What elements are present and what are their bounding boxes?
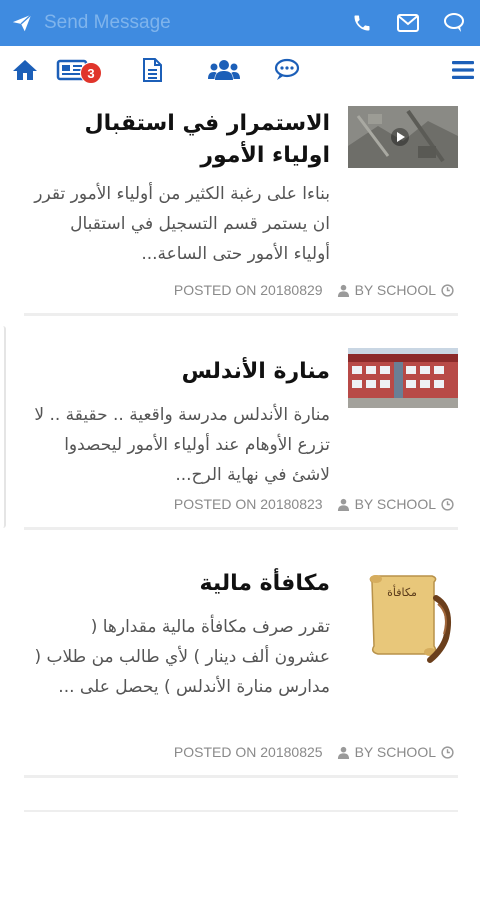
post-item[interactable]: مكافأة مكافأة مالية تقرر صرف مكافأة مالي… xyxy=(24,530,458,778)
user-icon xyxy=(337,498,349,511)
list-end-divider xyxy=(24,810,458,812)
clock-icon xyxy=(441,283,454,297)
scroll-quill-image[interactable]: مكافأة xyxy=(358,568,458,668)
menu-icon[interactable] xyxy=(450,54,476,86)
clock-icon xyxy=(441,745,454,759)
user-icon xyxy=(337,746,349,759)
post-date: POSTED ON 20180823 xyxy=(173,496,323,512)
post-title[interactable]: منارة الأندلس xyxy=(30,356,330,388)
school-building-photo[interactable] xyxy=(348,348,458,408)
post-meta: POSTED ON 20180825 BY SCHOOL xyxy=(24,744,458,760)
post-author-label: BY SCHOOL xyxy=(354,496,436,512)
post-date: POSTED ON 20180825 xyxy=(173,744,323,760)
send-message-input[interactable] xyxy=(44,6,324,40)
side-drawer-edge[interactable] xyxy=(0,326,6,528)
home-icon[interactable] xyxy=(10,54,40,86)
document-icon[interactable] xyxy=(138,54,166,86)
scroll-text: مكافأة xyxy=(387,584,417,599)
user-icon xyxy=(337,284,349,297)
post-author: BY SCHOOL xyxy=(337,282,454,298)
post-list: الاستمرار في استقبال اولياء الأمور بناءا… xyxy=(24,96,458,778)
post-excerpt: تقرر صرف مكافأة مالية مقدارها ( عشرون أل… xyxy=(34,617,330,697)
post-author: BY SCHOOL xyxy=(337,744,454,760)
post-title[interactable]: الاستمرار في استقبال اولياء الأمور xyxy=(30,108,330,172)
top-bar xyxy=(0,0,480,46)
news-icon[interactable]: 3 xyxy=(54,54,102,86)
news-count-badge: 3 xyxy=(80,62,102,84)
nav-bar: 3 xyxy=(0,48,480,92)
post-meta: POSTED ON 20180823 BY SCHOOL xyxy=(24,496,458,512)
video-thumbnail[interactable] xyxy=(348,106,458,168)
comments-icon[interactable] xyxy=(272,54,302,86)
post-excerpt: بناءا على رغبة الكثير من أولياء الأمور ت… xyxy=(34,184,330,264)
clock-icon xyxy=(441,497,454,511)
mail-icon[interactable] xyxy=(390,5,426,41)
post-meta: POSTED ON 20180829 BY SCHOOL xyxy=(24,282,458,298)
post-date: POSTED ON 20180829 xyxy=(173,282,323,298)
chat-icon[interactable] xyxy=(436,5,472,41)
post-author-label: BY SCHOOL xyxy=(354,744,436,760)
post-title[interactable]: مكافأة مالية xyxy=(30,568,330,600)
post-author-label: BY SCHOOL xyxy=(354,282,436,298)
post-item[interactable]: الاستمرار في استقبال اولياء الأمور بناءا… xyxy=(24,96,458,316)
send-icon[interactable] xyxy=(0,0,44,46)
phone-icon[interactable] xyxy=(344,5,380,41)
users-icon[interactable] xyxy=(206,54,242,86)
post-item[interactable]: منارة الأندلس منارة الأندلس مدرسة واقعية… xyxy=(24,316,458,530)
post-excerpt: منارة الأندلس مدرسة واقعية .. حقيقة .. ل… xyxy=(34,405,330,485)
post-author: BY SCHOOL xyxy=(337,496,454,512)
